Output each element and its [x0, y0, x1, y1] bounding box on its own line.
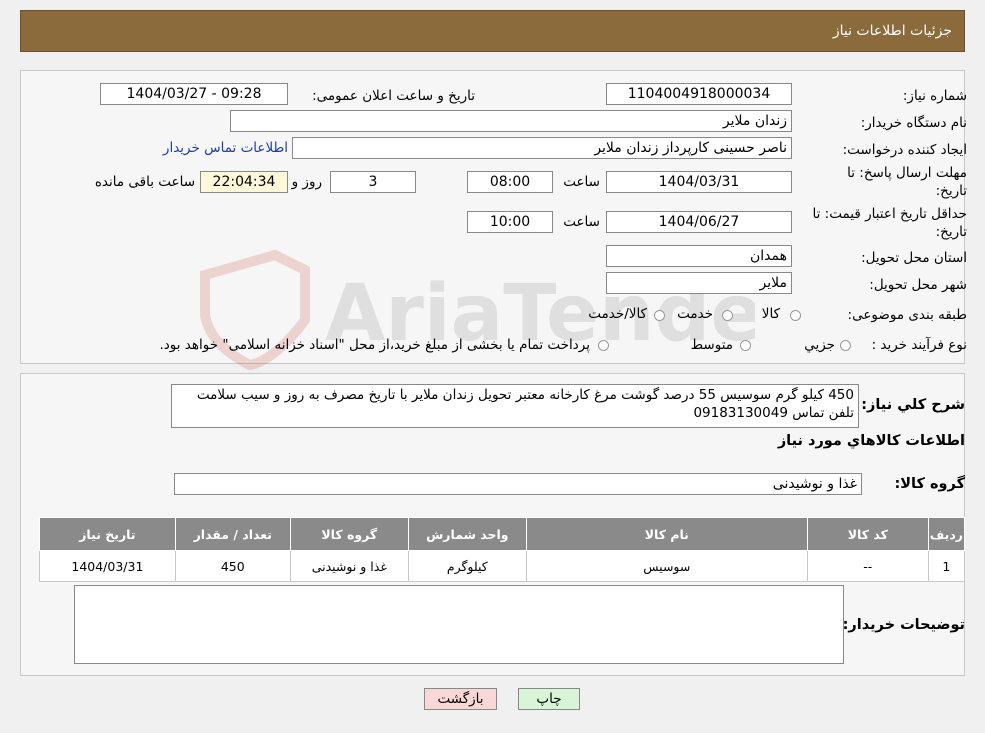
validity-label: حداقل تاریخ اعتبار قیمت: تا: [812, 206, 967, 222]
col-row: ردیف: [927, 517, 966, 551]
process-note: پرداخت تمام یا بخشی از مبلغ خرید،از محل …: [159, 337, 590, 353]
buyer-notes-textarea[interactable]: [74, 585, 844, 664]
need-number-label: شماره نیاز:: [902, 88, 967, 104]
deadline-label-2: تاریخ:: [935, 183, 967, 199]
goods-section-title: اطلاعات کالاهاي مورد نياز: [777, 433, 965, 449]
province-field[interactable]: همدان: [606, 245, 792, 267]
process-radio-treasury[interactable]: [598, 340, 609, 351]
announce-date-label: تاریخ و ساعت اعلان عمومی:: [312, 88, 475, 104]
cell-unit: کیلوگرم: [407, 550, 527, 582]
cell-qty: 450: [174, 550, 291, 582]
goods-group-label: گروه کالا:: [894, 476, 965, 492]
cell-row: 1: [927, 550, 966, 582]
col-group: گروه کالا: [289, 517, 409, 551]
col-code: کد کالا: [806, 517, 929, 551]
process-radio-medium[interactable]: [740, 340, 751, 351]
buyer-notes-label: توضیحات خریدار:: [842, 617, 965, 633]
category-radio-service[interactable]: [722, 310, 733, 321]
category-option-both: کالا/خدمت: [588, 306, 647, 322]
col-name: نام کالا: [525, 517, 808, 551]
deadline-time-label: ساعت: [563, 174, 600, 190]
cell-code: --: [806, 550, 929, 582]
page-header: جزئیات اطلاعات نیاز: [20, 10, 965, 52]
deadline-time-field[interactable]: 08:00: [467, 171, 553, 193]
validity-label-2: تاریخ:: [935, 224, 967, 240]
remaining-label: ساعت باقی مانده: [94, 174, 195, 190]
goods-group-field[interactable]: غذا و نوشیدنی: [174, 473, 862, 495]
table-row[interactable]: 1 -- سوسیس کیلوگرم غذا و نوشیدنی 450 140…: [39, 550, 966, 582]
cell-group: غذا و نوشیدنی: [289, 550, 409, 582]
cell-date: 1404/03/31: [39, 550, 176, 582]
city-field[interactable]: ملایر: [606, 272, 792, 294]
goods-table: ردیف کد کالا نام کالا واحد شمارش گروه کا…: [39, 517, 966, 582]
summary-text: 450 کیلو گرم سوسیس 55 درصد گوشت مرغ کارخ…: [196, 387, 854, 421]
goods-table-header: ردیف کد کالا نام کالا واحد شمارش گروه کا…: [39, 517, 966, 551]
summary-textarea[interactable]: 450 کیلو گرم سوسیس 55 درصد گوشت مرغ کارخ…: [171, 384, 859, 428]
process-label: نوع فرآیند خرید :: [871, 337, 967, 353]
province-label: استان محل تحویل:: [861, 250, 967, 266]
print-button[interactable]: چاپ: [518, 688, 580, 710]
buyer-contact-link[interactable]: اطلاعات تماس خریدار: [163, 140, 288, 156]
deadline-date-field[interactable]: 1404/03/31: [606, 171, 792, 193]
category-option-service: خدمت: [677, 306, 713, 322]
validity-time-field[interactable]: 10:00: [467, 211, 553, 233]
col-unit: واحد شمارش: [407, 517, 527, 551]
process-option-minor: جزیي: [804, 337, 835, 353]
creator-label: ایجاد کننده درخواست:: [842, 142, 967, 158]
validity-date-field[interactable]: 1404/06/27: [606, 211, 792, 233]
process-option-medium: متوسط: [690, 337, 733, 353]
summary-label: شرح کلي نياز:: [861, 397, 965, 413]
buyer-org-field[interactable]: زندان ملایر: [230, 110, 792, 132]
days-count-field[interactable]: 3: [330, 171, 416, 193]
category-radio-both[interactable]: [654, 310, 665, 321]
col-qty: تعداد / مقدار: [174, 517, 291, 551]
deadline-label: مهلت ارسال پاسخ: تا: [847, 165, 967, 181]
back-button[interactable]: بازگشت: [424, 688, 497, 710]
days-label: روز و: [291, 174, 322, 190]
col-date: تاریخ نیاز: [39, 517, 176, 551]
creator-field[interactable]: ناصر حسینی کارپرداز زندان ملایر: [292, 137, 792, 159]
page-title: جزئیات اطلاعات نیاز: [832, 23, 952, 39]
buyer-org-label: نام دستگاه خریدار:: [860, 115, 967, 131]
process-radio-minor[interactable]: [840, 340, 851, 351]
remaining-time-field: 22:04:34: [200, 171, 288, 193]
category-radio-goods[interactable]: [790, 310, 801, 321]
validity-time-label: ساعت: [563, 214, 600, 230]
announce-date-field[interactable]: 1404/03/27 - 09:28: [100, 83, 288, 105]
city-label: شهر محل تحویل:: [869, 277, 967, 293]
category-option-goods: کالا: [761, 306, 780, 322]
cell-name: سوسیس: [525, 550, 808, 582]
need-number-field[interactable]: 1104004918000034: [606, 83, 792, 105]
category-label: طبقه بندی موضوعی:: [847, 307, 967, 323]
